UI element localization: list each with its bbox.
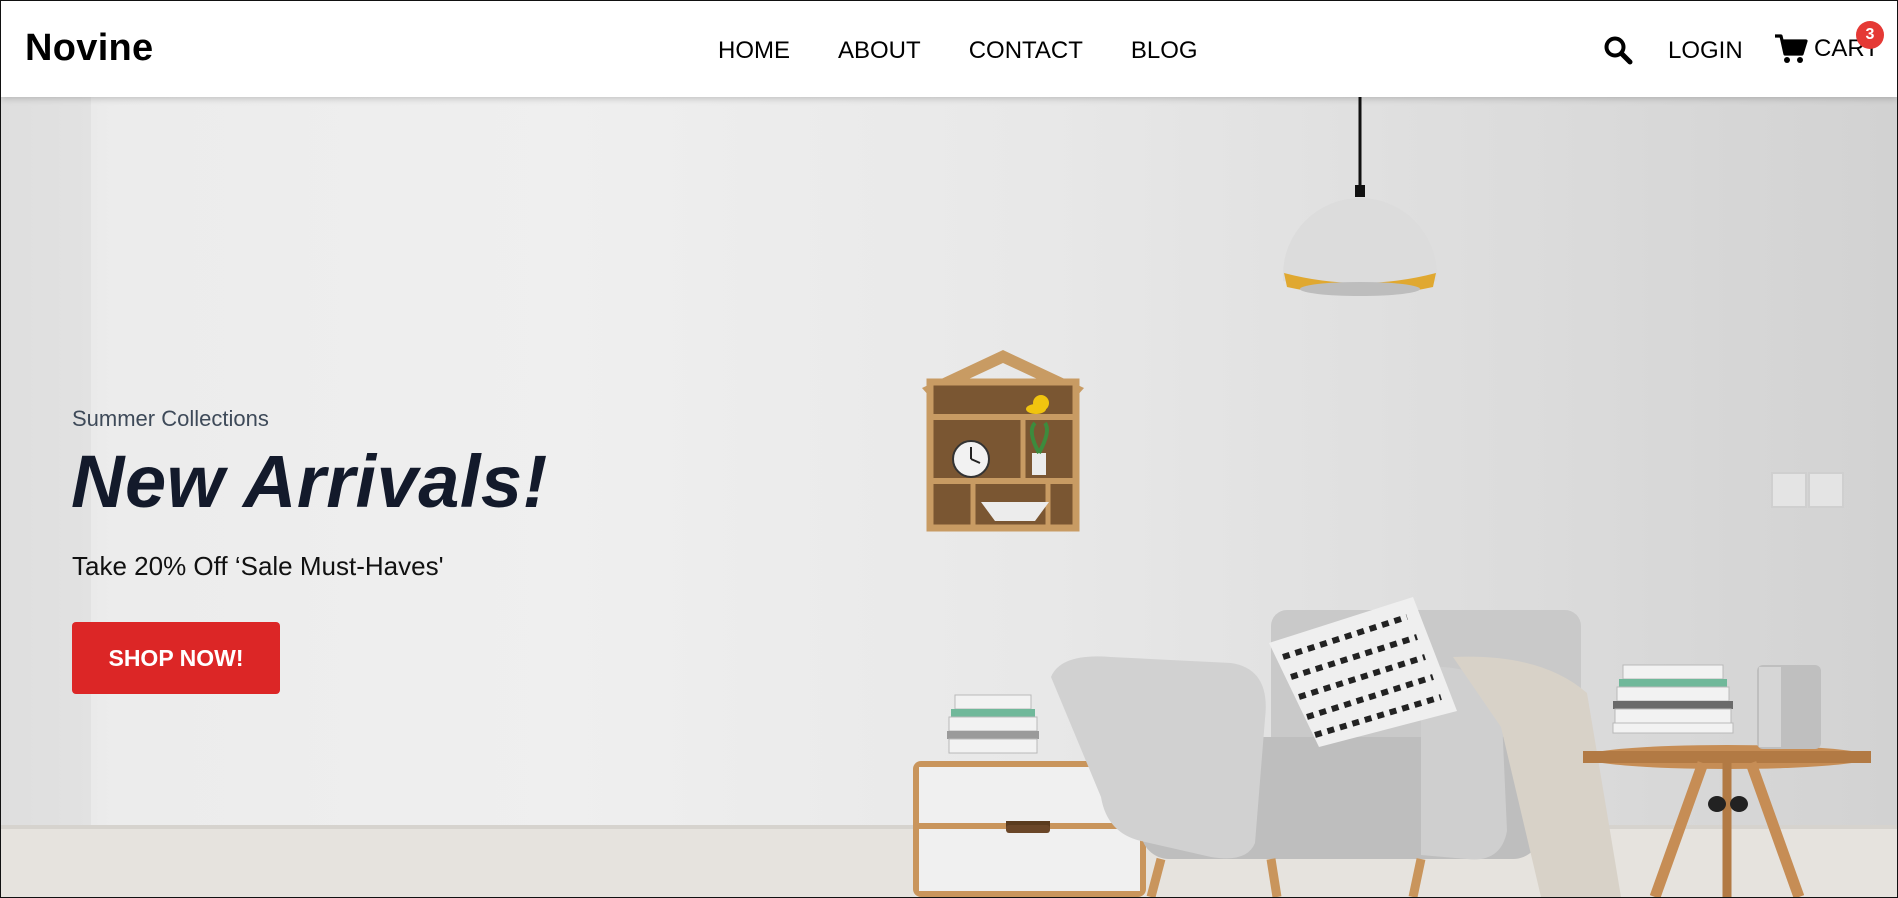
page: Novine HOME ABOUT CONTACT BLOG LOGIN CAR… xyxy=(0,0,1898,898)
nav-blog[interactable]: BLOG xyxy=(1131,37,1198,65)
light-switch xyxy=(1771,472,1844,508)
hero-kicker: Summer Collections xyxy=(72,406,269,431)
shop-now-button[interactable]: SHOP NOW! xyxy=(72,622,280,694)
brand-logo[interactable]: Novine xyxy=(25,27,154,70)
site-header: Novine HOME ABOUT CONTACT BLOG LOGIN CAR… xyxy=(1,1,1897,97)
cart-count-badge: 3 xyxy=(1856,21,1884,49)
pendant-lamp xyxy=(1283,97,1437,296)
nav-home[interactable]: HOME xyxy=(718,37,790,65)
login-link[interactable]: LOGIN xyxy=(1668,37,1743,65)
nav-about[interactable]: ABOUT xyxy=(838,37,921,65)
cart-icon xyxy=(1774,33,1808,65)
hero-banner: Summer Collections New Arrivals! Take 20… xyxy=(1,97,1897,897)
nav-contact[interactable]: CONTACT xyxy=(969,37,1083,65)
search-icon[interactable] xyxy=(1603,35,1633,65)
hero-title: New Arrivals! xyxy=(71,440,548,523)
main-nav: HOME ABOUT CONTACT BLOG xyxy=(718,37,1198,65)
hero-subtitle: Take 20% Off ‘Sale Must-Haves' xyxy=(72,551,444,581)
wall-shelf xyxy=(922,350,1084,532)
